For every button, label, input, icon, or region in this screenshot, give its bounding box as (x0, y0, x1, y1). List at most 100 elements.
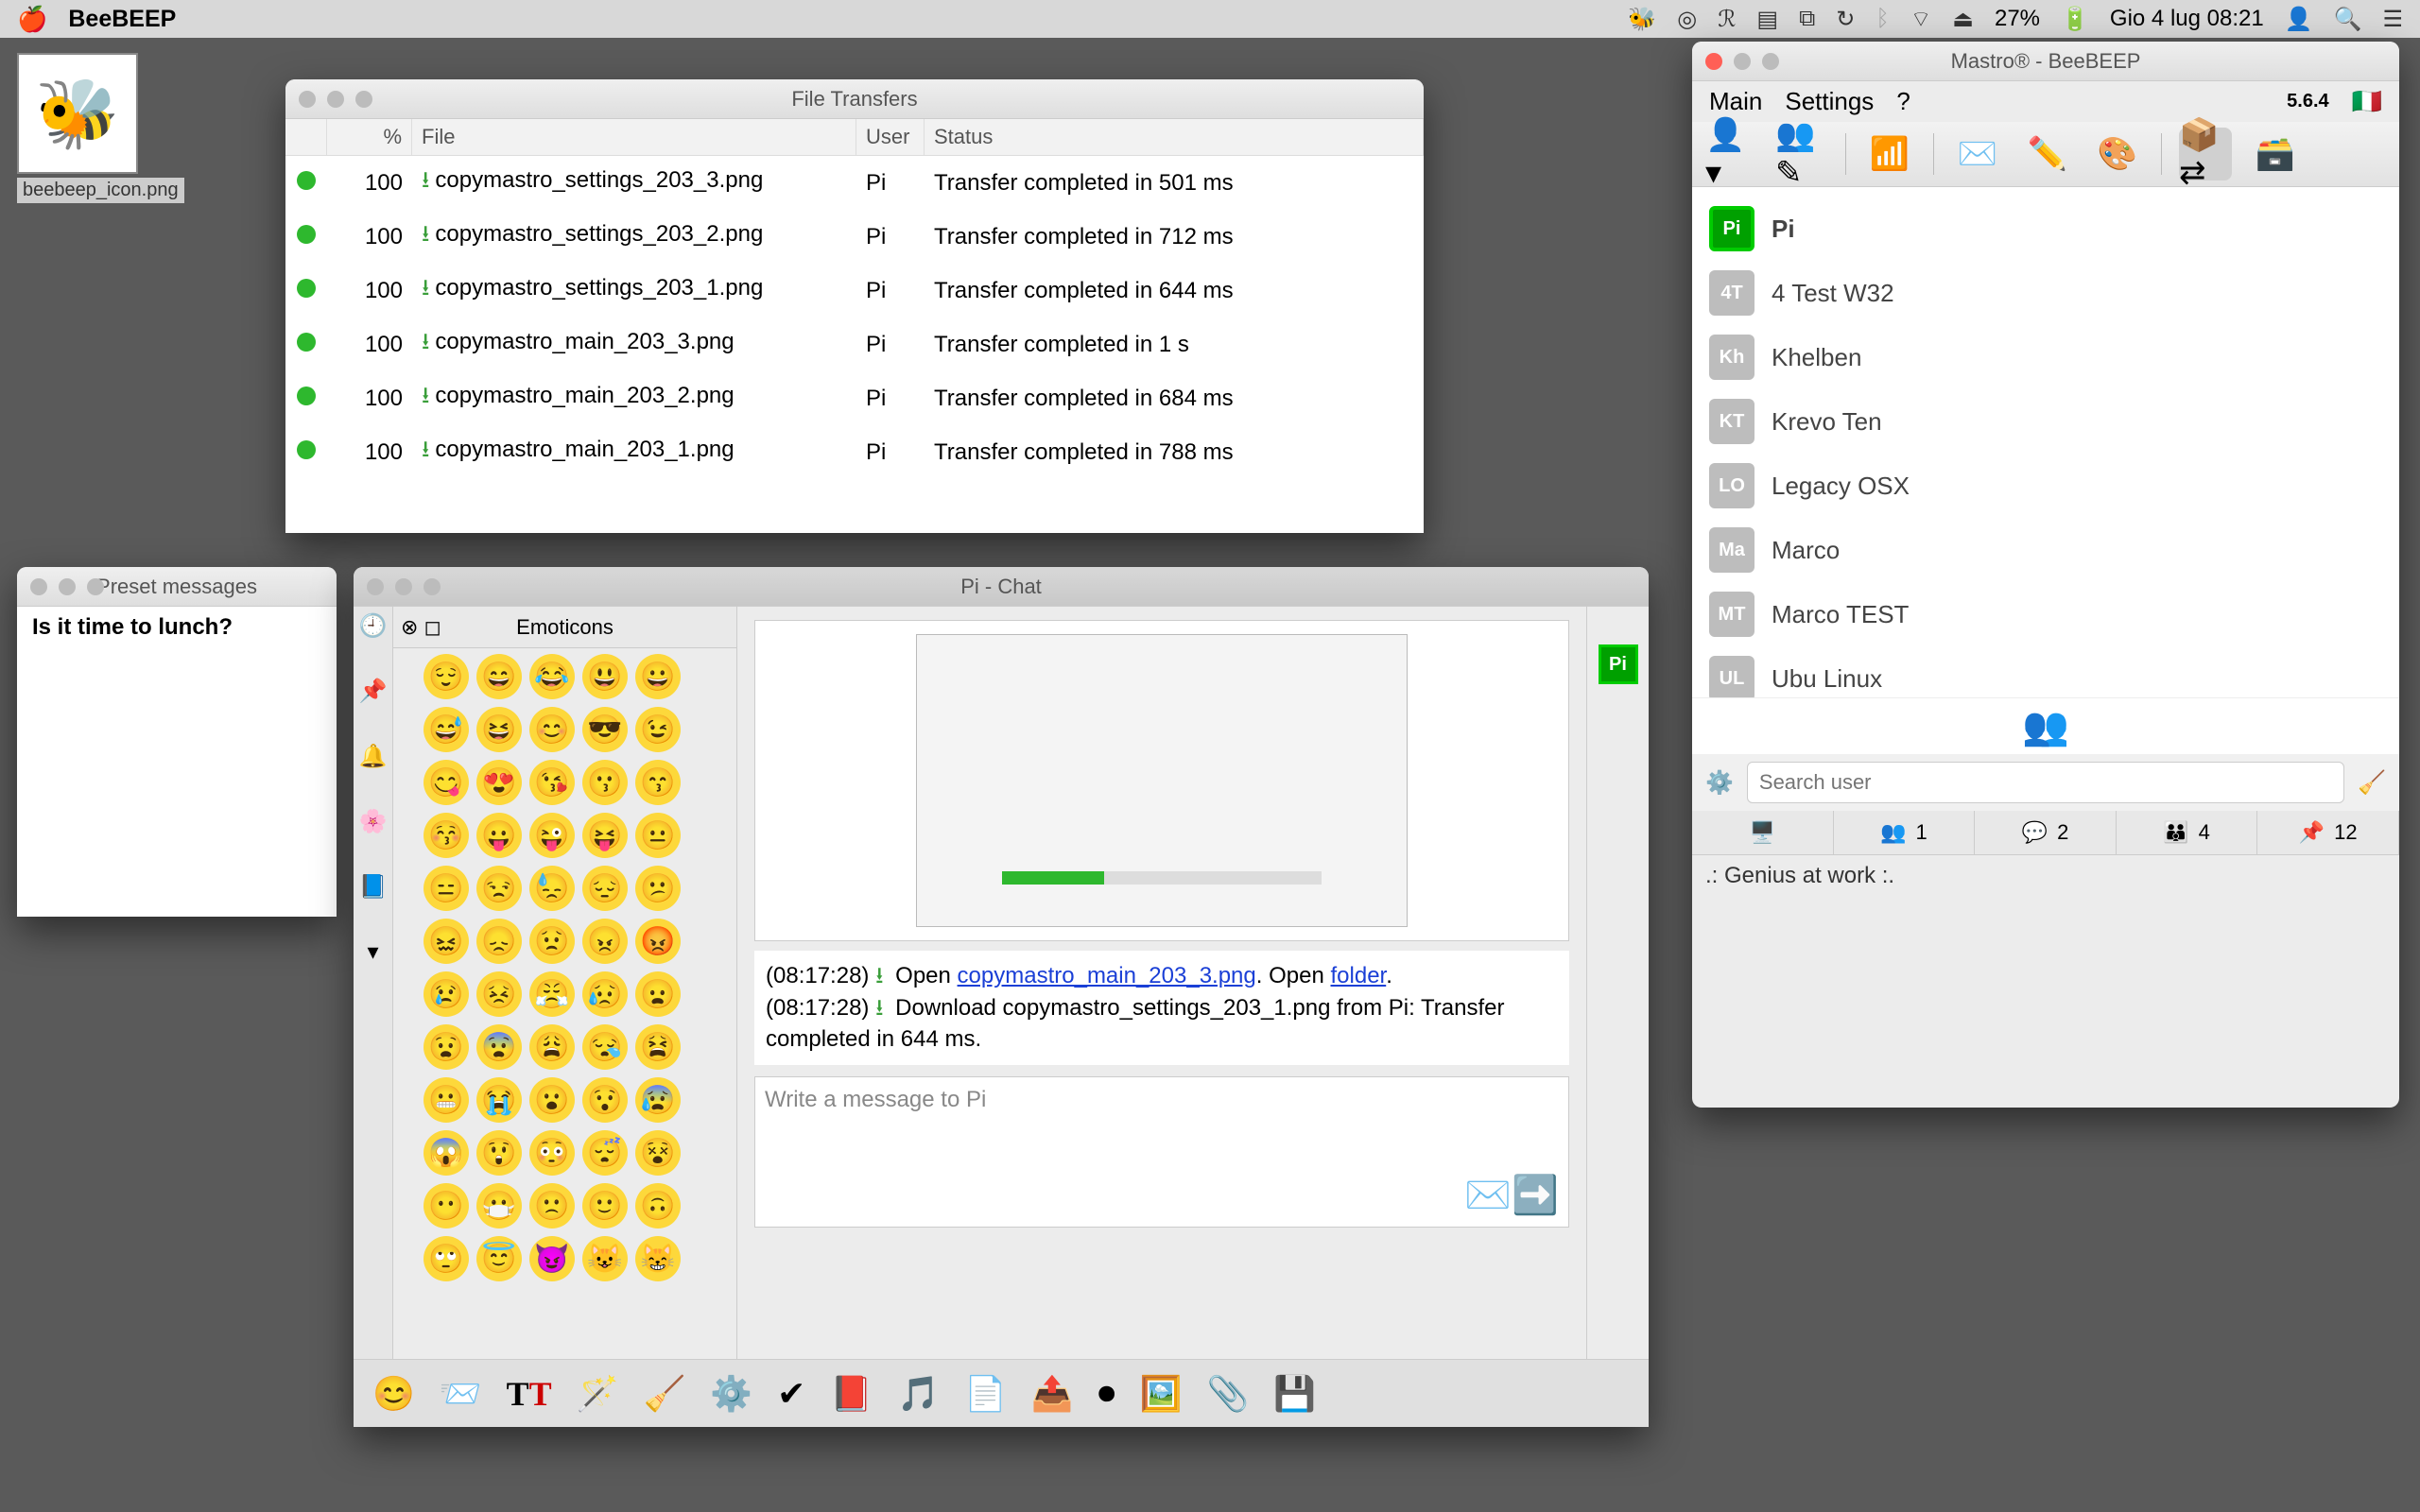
emoji[interactable]: 😑 (424, 866, 469, 911)
emoji[interactable]: 😡 (635, 919, 681, 964)
emoji[interactable]: 😕 (635, 866, 681, 911)
table-row[interactable]: 100⭳copymastro_main_203_3.pngPiTransfer … (285, 318, 1424, 371)
user-row[interactable]: KhKhelben (1705, 325, 2386, 389)
user-row[interactable]: MaMarco (1705, 518, 2386, 582)
emoji[interactable]: 😄 (476, 654, 522, 699)
emoji[interactable]: 😍 (476, 760, 522, 805)
emoji[interactable]: 😲 (476, 1130, 522, 1176)
emoji[interactable]: 😧 (424, 1024, 469, 1070)
user-row[interactable]: PiPi (1705, 197, 2386, 261)
send-file-button[interactable]: 📨 (440, 1374, 482, 1414)
emoji[interactable]: 😂 (529, 654, 575, 699)
clear-search-icon[interactable]: 🧹 (2358, 769, 2386, 797)
dropbox-icon[interactable]: ⧉ (1799, 6, 1815, 32)
image-preview[interactable] (754, 620, 1569, 941)
save-button[interactable]: 💾 (1273, 1374, 1316, 1414)
disk-icon[interactable]: ▤ (1756, 6, 1778, 33)
timemachine-icon[interactable]: ↻ (1836, 6, 1855, 33)
emoji[interactable]: 😊 (529, 707, 575, 752)
note-button[interactable]: 🎵 (897, 1374, 940, 1414)
transfers-button[interactable]: 📦⇄ (2179, 128, 2232, 180)
screen-icon[interactable]: 🖥️ (1750, 820, 1775, 845)
broadcast-button[interactable]: 📶 (1863, 128, 1916, 180)
favorites-icon[interactable]: 📌 (359, 678, 388, 705)
emoji[interactable]: 😣 (476, 971, 522, 1017)
emoji[interactable]: 🙄 (424, 1236, 469, 1281)
emoji[interactable]: 😒 (476, 866, 522, 911)
document-button[interactable]: 📄 (964, 1374, 1007, 1414)
emoji[interactable]: 😸 (635, 1236, 681, 1281)
emoji[interactable]: 😯 (582, 1077, 628, 1123)
cc-icon[interactable]: ◎ (1677, 6, 1697, 33)
emoji[interactable]: 🙂 (582, 1183, 628, 1228)
emoji[interactable]: 😰 (635, 1077, 681, 1123)
titlebar[interactable]: Pi - Chat (354, 567, 1649, 607)
wifi-icon[interactable]: ⌔ (1910, 5, 1932, 33)
emoji[interactable]: 😶 (424, 1183, 469, 1228)
settings-button[interactable]: ⚙️ (710, 1374, 752, 1414)
emoji[interactable]: 😤 (529, 971, 575, 1017)
edit-users-button[interactable]: 👥✎ (1775, 128, 1828, 180)
bluetooth-icon[interactable]: ᛒ (1876, 6, 1889, 32)
open-folder-link[interactable]: folder (1331, 963, 1387, 988)
send-button[interactable]: ✉️➡️ (1464, 1173, 1559, 1217)
attach-button[interactable]: 📎 (1206, 1374, 1249, 1414)
active-app-name[interactable]: BeeBEEP (68, 6, 176, 33)
group-icon[interactable]: 👥 (2022, 704, 2069, 748)
traffic-lights[interactable] (367, 578, 441, 595)
emoji[interactable]: 😭 (476, 1077, 522, 1123)
objects-icon[interactable]: 📘 (359, 873, 388, 901)
table-row[interactable]: 100⭳copymastro_settings_203_1.pngPiTrans… (285, 264, 1424, 318)
desktop-icon[interactable]: 🐝 beebeep_icon.png (17, 53, 184, 203)
emoji[interactable]: 😜 (529, 813, 575, 858)
user-icon[interactable]: 👤 (2285, 6, 2313, 33)
traffic-lights[interactable] (1705, 53, 1779, 70)
traffic-lights[interactable] (30, 578, 104, 595)
emoji[interactable]: 😪 (582, 1024, 628, 1070)
detach-panel-icon[interactable]: ◻ (424, 615, 441, 640)
emoji[interactable]: 😋 (424, 760, 469, 805)
emoji[interactable]: 😈 (529, 1236, 575, 1281)
emoji[interactable]: 😀 (635, 654, 681, 699)
inbox-button[interactable]: ✉️ (1951, 128, 2004, 180)
record-button[interactable]: ⏺ (1098, 1373, 1115, 1414)
palette-button[interactable]: 🎨 (2091, 128, 2144, 180)
recent-icon[interactable]: 🕘 (359, 612, 388, 640)
menu-settings[interactable]: Settings (1785, 87, 1874, 116)
notification-center-icon[interactable]: ☰ (2382, 6, 2403, 33)
emoji[interactable]: 😅 (424, 707, 469, 752)
sound-icon[interactable]: 🔔 (359, 743, 388, 770)
screenshot-button[interactable]: 🖼️ (1140, 1374, 1183, 1414)
nature-icon[interactable]: 🌸 (359, 808, 388, 835)
emoji[interactable]: 😓 (529, 866, 575, 911)
table-row[interactable]: 100⭳copymastro_settings_203_3.pngPiTrans… (285, 156, 1424, 210)
more-icon[interactable]: ▾ (367, 938, 378, 966)
font-button[interactable]: TT (507, 1374, 552, 1414)
profile-button[interactable]: 👤▾ (1705, 128, 1758, 180)
emoji[interactable]: 😗 (582, 760, 628, 805)
emoji[interactable]: 😌 (424, 654, 469, 699)
menu-main[interactable]: Main (1709, 87, 1762, 116)
battery-percent[interactable]: 27% (1995, 6, 2040, 32)
preset-item[interactable]: Is it time to lunch? (32, 614, 321, 641)
emoji[interactable]: 😟 (529, 919, 575, 964)
emoji[interactable]: 😃 (582, 654, 628, 699)
user-row[interactable]: LOLegacy OSX (1705, 454, 2386, 518)
emoji[interactable]: 😨 (476, 1024, 522, 1070)
titlebar[interactable]: File Transfers (285, 79, 1424, 119)
emoji[interactable]: 😚 (424, 813, 469, 858)
emoji[interactable]: 😢 (424, 971, 469, 1017)
emoji[interactable]: 😇 (476, 1236, 522, 1281)
table-row[interactable]: 100⭳copymastro_main_203_2.pngPiTransfer … (285, 371, 1424, 425)
magic-wand-button[interactable]: 🪄 (577, 1374, 619, 1414)
dictionary-button[interactable]: 📕 (830, 1374, 873, 1414)
traffic-lights[interactable] (299, 91, 372, 108)
titlebar[interactable]: Preset messages (17, 567, 337, 607)
emoji[interactable]: 😦 (635, 971, 681, 1017)
close-panel-icon[interactable]: ⊗ (401, 615, 418, 640)
spellcheck-button[interactable]: ✔ (777, 1374, 805, 1414)
emoji[interactable]: 😎 (582, 707, 628, 752)
compose-button[interactable]: ✏️ (2021, 128, 2074, 180)
search-input[interactable] (1747, 762, 2344, 803)
emoji[interactable]: 😛 (476, 813, 522, 858)
